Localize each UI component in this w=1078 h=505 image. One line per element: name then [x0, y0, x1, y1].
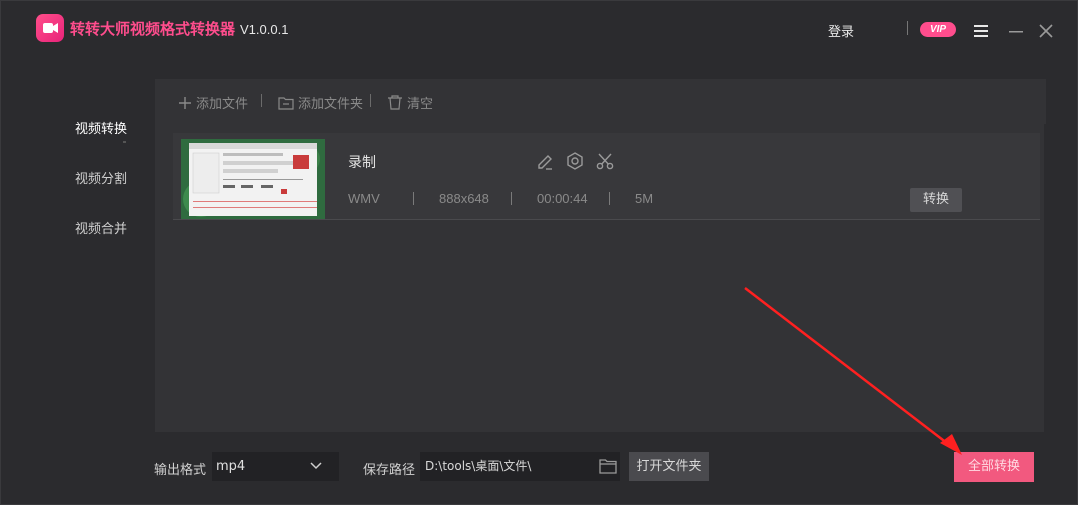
app-version: V1.0.0.1	[240, 22, 289, 37]
output-format-select[interactable]: mp4	[212, 452, 339, 481]
plus-icon	[179, 96, 191, 109]
add-file-label: 添加文件	[196, 97, 249, 112]
add-file-button[interactable]: 添加文件	[178, 93, 248, 112]
file-duration: 00:00:44	[537, 191, 588, 206]
settings-icon[interactable]	[565, 151, 585, 171]
meta-divider	[511, 192, 512, 205]
sidebar-item-video-convert[interactable]: 视频转换	[50, 118, 152, 137]
folder-icon[interactable]	[599, 458, 617, 474]
meta-divider	[609, 192, 610, 205]
scissors-icon[interactable]	[595, 151, 615, 171]
file-format: WMV	[348, 191, 380, 206]
save-path-field[interactable]: D:\tools\桌面\文件\	[420, 452, 620, 481]
file-size: 5M	[635, 191, 654, 206]
toolbar-divider	[261, 94, 262, 107]
close-icon[interactable]	[1037, 22, 1055, 40]
clear-label: 清空	[407, 97, 434, 112]
add-folder-button[interactable]: 添加文件夹	[278, 93, 363, 112]
meta-divider	[413, 192, 414, 205]
file-resolution: 888x648	[439, 191, 489, 206]
app-logo-icon	[36, 14, 64, 42]
clear-button[interactable]: 清空	[387, 93, 433, 112]
chevron-down-icon	[310, 462, 322, 470]
app-title: 转转大师视频格式转换器	[70, 20, 236, 38]
video-thumbnail	[181, 139, 325, 219]
active-indicator	[123, 141, 126, 143]
add-folder-label: 添加文件夹	[298, 97, 364, 112]
sidebar-item-video-merge[interactable]: 视频合并	[50, 218, 152, 237]
trash-icon	[388, 95, 402, 110]
vip-badge[interactable]: VIP	[920, 22, 956, 37]
minimize-icon[interactable]	[1007, 22, 1025, 40]
titlebar-divider	[907, 21, 908, 35]
output-format-value: mp4	[216, 459, 246, 474]
output-format-label: 输出格式	[154, 463, 207, 478]
login-link[interactable]: 登录	[828, 21, 854, 40]
file-name: 录制	[348, 155, 376, 171]
pencil-icon[interactable]	[535, 151, 555, 171]
save-path-label: 保存路径	[363, 463, 416, 478]
annotation-arrow	[744, 287, 962, 455]
hamburger-menu-icon[interactable]	[972, 22, 990, 40]
toolbar-divider	[370, 94, 371, 107]
folder-icon	[278, 96, 294, 110]
sidebar-item-video-split[interactable]: 视频分割	[50, 168, 152, 187]
convert-button[interactable]: 转换	[910, 188, 962, 212]
open-folder-button[interactable]: 打开文件夹	[629, 452, 709, 481]
